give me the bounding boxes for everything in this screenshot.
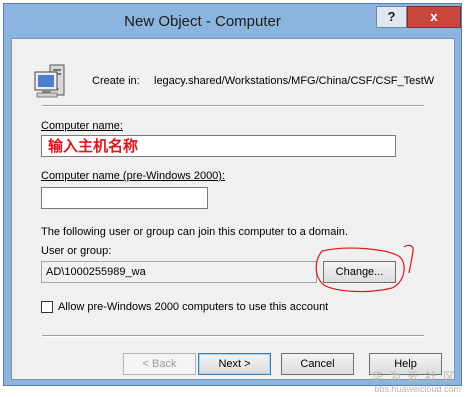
- title-help-button[interactable]: ?: [376, 6, 407, 28]
- footer-separator: [42, 335, 424, 337]
- watermark-url: bbs.huaweicloud.com: [374, 384, 461, 394]
- window-title: New Object - Computer: [124, 13, 281, 30]
- title-close-button[interactable]: x: [407, 6, 461, 28]
- cancel-button[interactable]: Cancel: [281, 353, 354, 375]
- computer-name-label: Computer name:: [41, 120, 123, 132]
- watermark: 华为云社区 bbs.huaweicloud.com: [371, 371, 461, 395]
- title-bar[interactable]: New Object - Computer ? x: [4, 4, 461, 38]
- create-in-path: legacy.shared/Workstations/MFG/China/CSF…: [154, 75, 434, 87]
- pre2000-name-label-text: Computer name (pre-Windows 2000):: [41, 170, 226, 182]
- computer-icon: [34, 64, 74, 103]
- dialog-client-area: Create in: legacy.shared/Workstations/MF…: [11, 38, 455, 380]
- pre2000-name-input[interactable]: [41, 187, 208, 209]
- allow-pre2000-checkbox[interactable]: [41, 301, 53, 313]
- dialog-window: New Object - Computer ? x Create in: leg…: [3, 3, 462, 386]
- next-button[interactable]: Next >: [198, 353, 271, 375]
- back-button[interactable]: < Back: [123, 353, 196, 375]
- create-in-label: Create in:: [92, 75, 140, 87]
- separator: [42, 105, 424, 107]
- change-button[interactable]: Change...: [323, 261, 396, 283]
- user-group-field: AD\1000255989_wa: [41, 261, 317, 283]
- computer-name-input[interactable]: 输入主机名称: [41, 135, 396, 157]
- pre2000-name-label: Computer name (pre-Windows 2000):: [41, 170, 225, 182]
- watermark-title: 华为云社区: [370, 370, 461, 384]
- allow-pre2000-label: Allow pre-Windows 2000 computers to use …: [58, 301, 329, 313]
- user-group-label: User or group:: [41, 245, 112, 257]
- join-note: The following user or group can join thi…: [41, 226, 348, 238]
